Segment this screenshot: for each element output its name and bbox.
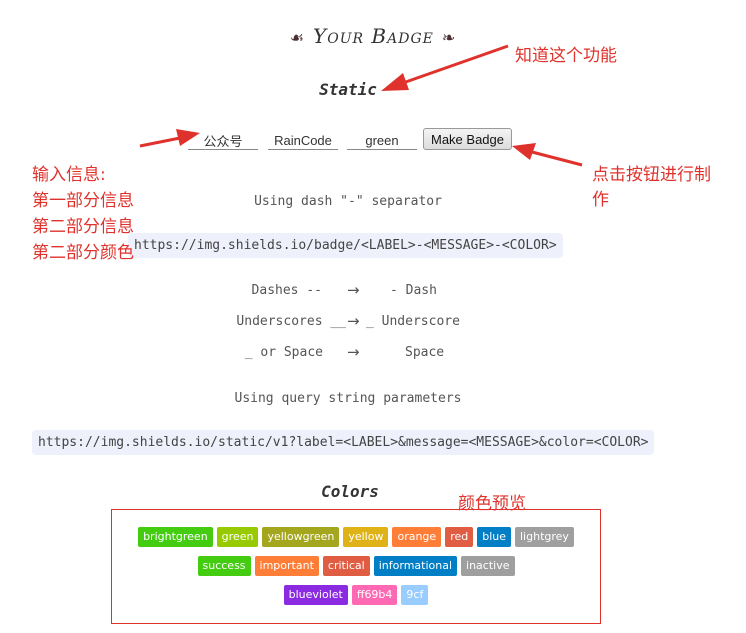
- annotation-arrows: [139, 44, 583, 167]
- arrow-to-static-icon: [381, 44, 509, 91]
- arrow-to-button-icon: [512, 143, 583, 167]
- arrow-to-inputs-icon: [139, 129, 200, 148]
